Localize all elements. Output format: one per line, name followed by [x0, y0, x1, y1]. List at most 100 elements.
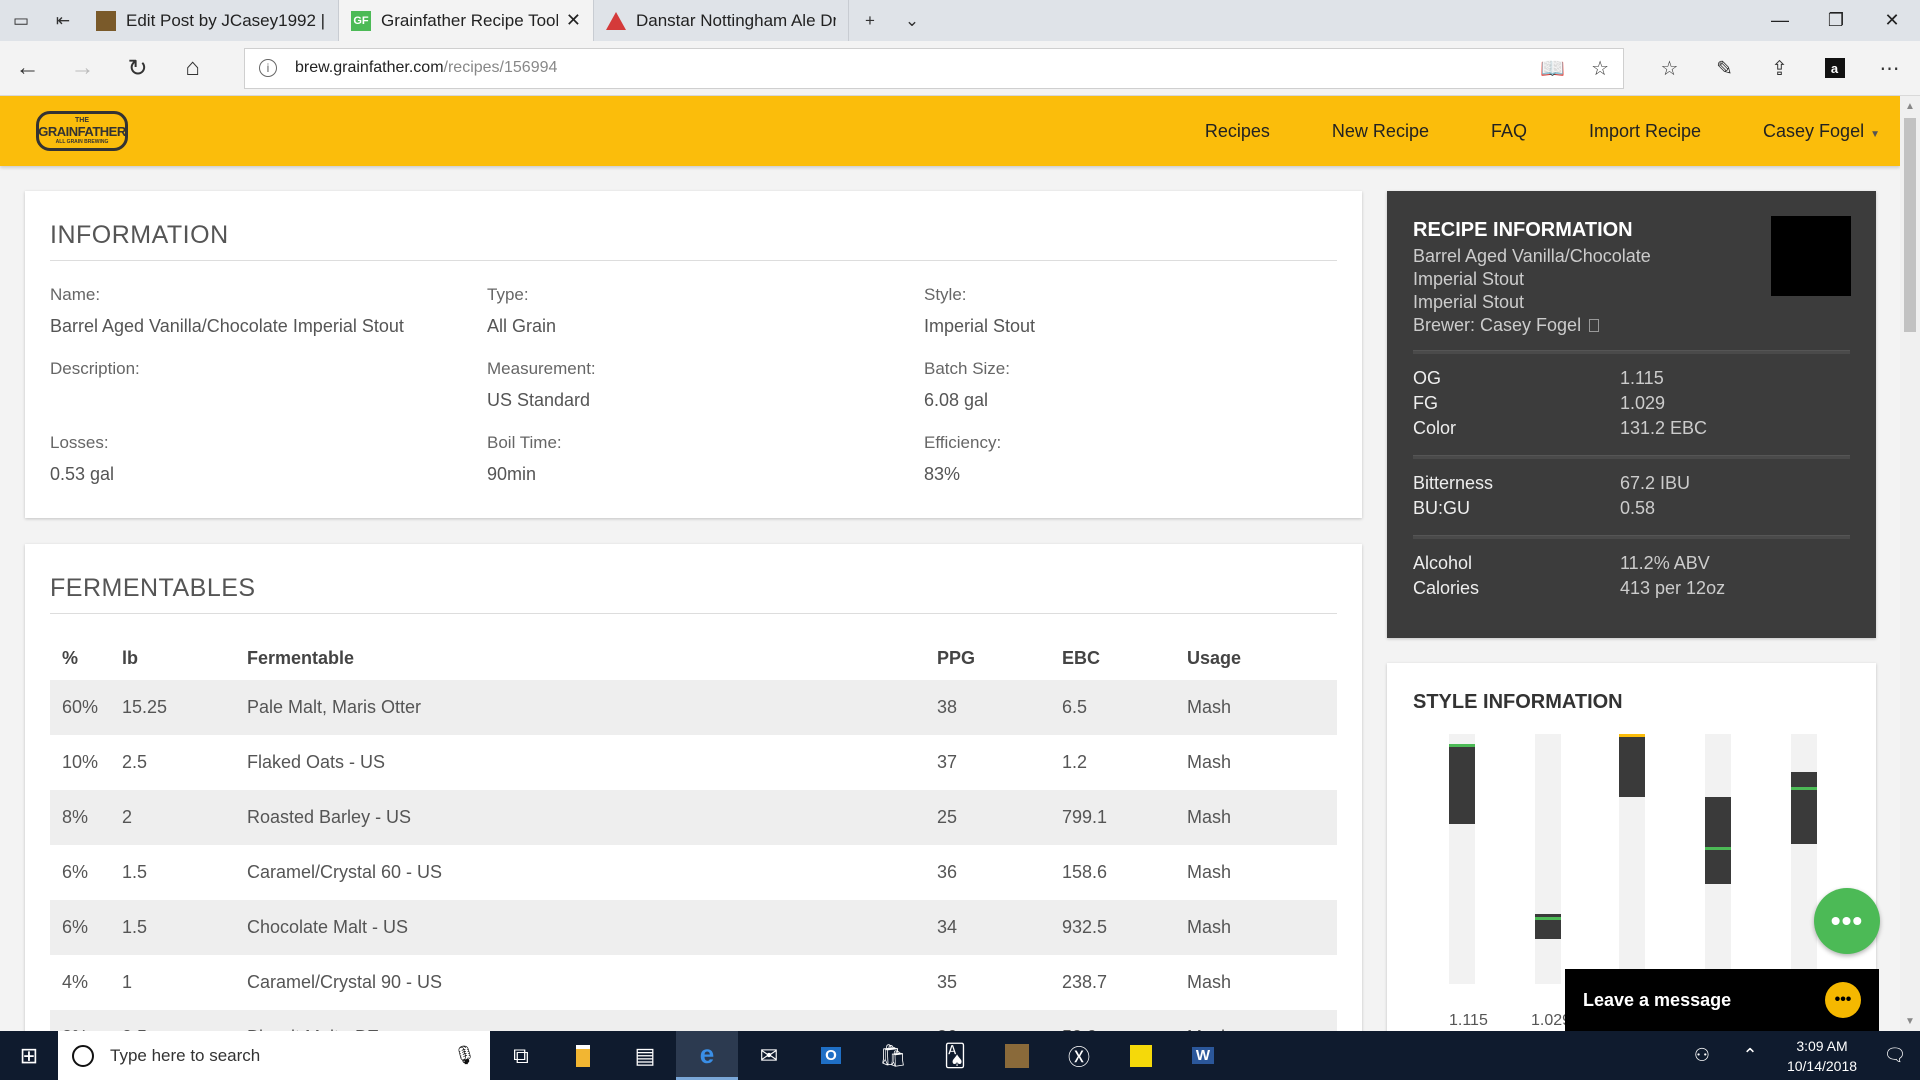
site-info-icon[interactable]: i: [259, 59, 277, 77]
nav-faq[interactable]: FAQ: [1491, 121, 1527, 142]
blog-favicon-icon: [96, 10, 116, 31]
solitaire-icon[interactable]: 🂡: [924, 1031, 986, 1080]
col-lb: lb: [122, 647, 138, 668]
table-row: 6% 1.5 Caramel/Crystal 60 - US 36 158.6 Mash: [62, 862, 1232, 882]
information-title: INFORMATION: [50, 221, 1337, 261]
main-nav: Recipes New Recipe FAQ Import Recipe Cas…: [1143, 121, 1880, 142]
page-scrollbar[interactable]: ▲ ▼: [1900, 96, 1920, 1031]
scroll-up-icon[interactable]: ▲: [1900, 96, 1920, 116]
style-gauge: [1619, 734, 1645, 984]
restore-icon[interactable]: ❐: [1808, 0, 1864, 41]
stat-bitterness: Bitterness 67.2 IBU: [1413, 473, 1691, 493]
system-tray: ⚇ ⌃ 3:09 AM 10/14/2018 🗨: [1678, 1036, 1920, 1076]
table-row: 8% 2 Roasted Barley - US 25 799.1 Mash: [50, 790, 1337, 845]
divider: [1413, 535, 1850, 539]
info-type: Type: All Grain: [487, 285, 557, 336]
style-gauge: [1535, 734, 1561, 984]
col-percent: %: [62, 647, 79, 668]
nav-user-menu[interactable]: Casey Fogel ▼: [1763, 121, 1880, 142]
table-row: 6% 1.5 Chocolate Malt - US 34 932.5 Mash: [50, 900, 1337, 955]
brewer-document-icon[interactable]: [1589, 319, 1600, 332]
close-window-icon[interactable]: ✕: [1864, 0, 1920, 41]
scrollbar-thumb[interactable]: [1904, 118, 1916, 332]
microphone-icon[interactable]: 🎙: [453, 1045, 476, 1066]
info-measurement: Measurement: US Standard: [487, 359, 596, 410]
forward-icon[interactable]: →: [55, 41, 110, 96]
information-grid: Name: Barrel Aged Vanilla/Chocolate Imper…: [50, 285, 1337, 487]
address-toolbar: ← → ↻ ⌂ i brew.grainfather.com/recipes/1…: [0, 41, 1920, 96]
taskbar-search[interactable]: Type here to search 🎙: [58, 1031, 490, 1080]
gauge-range: [1619, 734, 1645, 797]
tab-actions-icon[interactable]: ▭: [0, 0, 42, 41]
tab-preview-chevron-icon[interactable]: ⌄: [891, 0, 933, 41]
web-note-icon[interactable]: ✎: [1697, 56, 1752, 81]
beer-app-icon[interactable]: [552, 1031, 614, 1080]
gauge-range: [1449, 744, 1475, 824]
new-tab-icon[interactable]: +: [849, 0, 891, 41]
windows-start-icon[interactable]: ⊞: [0, 1031, 58, 1080]
tab-danstar[interactable]: Danstar Nottingham Ale Dr: [594, 0, 849, 41]
reading-view-icon[interactable]: 📖: [1540, 56, 1565, 81]
address-bar[interactable]: i brew.grainfather.com/recipes/156994 📖 …: [244, 47, 1624, 89]
tab-edit-post[interactable]: Edit Post by JCasey1992 | Hc: [84, 0, 339, 41]
home-icon[interactable]: ⌂: [165, 41, 220, 96]
table-row: 60% 15.25 Pale Malt, Maris Otter 38 6.5 Mash: [50, 680, 1337, 735]
close-tab-icon[interactable]: ✕: [566, 10, 581, 31]
task-view-icon[interactable]: ⧉: [490, 1031, 552, 1080]
stat-color: Color 131.2 EBC: [1413, 418, 1708, 438]
stat-calories: Calories 413 per 12oz: [1413, 578, 1726, 598]
nav-new-recipe[interactable]: New Recipe: [1332, 121, 1429, 142]
action-center-icon[interactable]: 🗨: [1870, 1045, 1920, 1066]
fermentables-card: FERMENTABLES % lb Fermentable PPG EBC Us…: [25, 544, 1362, 1044]
word-icon[interactable]: W: [1172, 1031, 1234, 1080]
recipe-information-card: RECIPE INFORMATION Barrel Aged Vanilla/C…: [1387, 191, 1876, 638]
tab-grainfather[interactable]: GF Grainfather Recipe Tool: ✕: [339, 0, 594, 41]
stat-og: OG 1.115: [1413, 368, 1664, 388]
style-gauge: [1705, 734, 1731, 984]
outlook-icon[interactable]: O: [800, 1031, 862, 1080]
grainfather-favicon-icon: GF: [351, 10, 371, 31]
refresh-icon[interactable]: ↻: [110, 41, 165, 96]
sticky-notes-icon[interactable]: [1110, 1031, 1172, 1080]
grainfather-logo[interactable]: THE GRAINFATHER ALL GRAIN BREWING: [36, 111, 128, 151]
dropdown-caret-icon: ▼: [1870, 128, 1880, 140]
tray-chevron-up-icon[interactable]: ⌃: [1726, 1045, 1774, 1066]
favorites-list-icon[interactable]: ☆: [1642, 56, 1697, 81]
chat-button[interactable]: •••: [1814, 888, 1880, 954]
gauge-range: [1705, 796, 1731, 884]
gauge-marker: [1449, 744, 1475, 747]
store-icon[interactable]: 🛍: [862, 1031, 924, 1080]
col-ppg: PPG: [937, 647, 976, 668]
favorite-star-icon[interactable]: ☆: [1591, 56, 1609, 81]
set-aside-tabs-icon[interactable]: ⇤: [42, 0, 84, 41]
mail-icon[interactable]: ✉: [738, 1031, 800, 1080]
back-icon[interactable]: ←: [0, 41, 55, 96]
nav-recipes[interactable]: Recipes: [1205, 121, 1270, 142]
amazon-extension-icon[interactable]: a: [1807, 56, 1862, 81]
stat-bu-gu: BU:GU 0.58: [1413, 498, 1656, 518]
gauge-range: [1791, 771, 1817, 844]
photos-app-icon[interactable]: [986, 1031, 1048, 1080]
table-row: 10% 2.5 Flaked Oats - US 37 1.2 Mash: [62, 752, 1232, 772]
col-usage: Usage: [1187, 647, 1242, 668]
gauge-marker: [1535, 916, 1561, 920]
share-icon[interactable]: ⇪: [1752, 56, 1807, 81]
browser-tab-bar: ▭ ⇤ Edit Post by JCasey1992 | Hc GF Grai…: [0, 0, 1920, 41]
more-menu-icon[interactable]: ⋯: [1862, 56, 1917, 81]
taskbar-clock[interactable]: 3:09 AM 10/14/2018: [1774, 1036, 1870, 1076]
site-header: THE GRAINFATHER ALL GRAIN BREWING Recipe…: [0, 96, 1900, 166]
nav-import-recipe[interactable]: Import Recipe: [1589, 121, 1701, 142]
scroll-down-icon[interactable]: ▼: [1900, 1011, 1920, 1031]
style-information-title: STYLE INFORMATION: [1413, 691, 1623, 713]
people-icon[interactable]: ⚇: [1678, 1045, 1726, 1066]
news-app-icon[interactable]: ▤: [614, 1031, 676, 1080]
leave-message-bar[interactable]: Leave a message •••: [1565, 969, 1879, 1031]
recipe-brewer: Brewer: Casey Fogel: [1413, 315, 1850, 336]
windows-taskbar: ⊞ Type here to search 🎙 ⧉ ▤ e ✉ O 🛍 🂡 Ⓧ …: [0, 1031, 1920, 1080]
info-description: Description:: [50, 359, 140, 378]
minimize-icon[interactable]: —: [1752, 0, 1808, 41]
gauge-marker: [1705, 846, 1731, 850]
edge-browser-icon[interactable]: e: [676, 1031, 738, 1080]
danstar-favicon-icon: [606, 11, 626, 30]
xbox-icon[interactable]: Ⓧ: [1048, 1031, 1110, 1080]
